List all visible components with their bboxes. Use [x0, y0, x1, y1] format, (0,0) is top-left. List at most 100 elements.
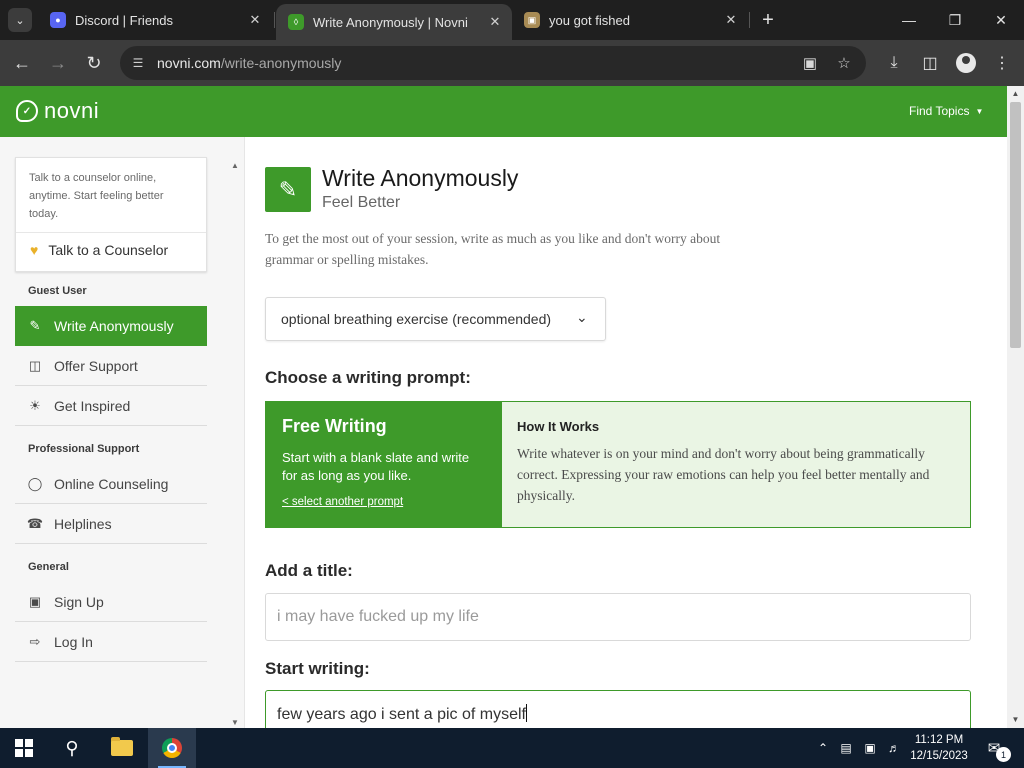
- writing-heading: Start writing:: [265, 659, 370, 678]
- dropdown-label: optional breathing exercise (recommended…: [281, 311, 552, 327]
- sidebar-item-label: Helplines: [54, 515, 112, 532]
- tab-discord[interactable]: ● Discord | Friends ✕: [38, 0, 272, 40]
- reload-icon[interactable]: ↻: [80, 49, 108, 77]
- chat-bubbles-icon: ◯: [27, 475, 43, 491]
- clock-time: 11:12 PM: [914, 734, 964, 746]
- security-icon[interactable]: ▤: [838, 739, 854, 757]
- browser-tab-bar: ⌄ ● Discord | Friends ✕ ◊ Write Anonymou…: [0, 0, 1024, 40]
- browser-toolbar: ← → ↻ ☰ novni.com/write-anonymously ▣ ☆ …: [0, 40, 1024, 86]
- site-logo[interactable]: ✓ novni: [16, 98, 99, 124]
- scroll-down-icon[interactable]: ▼: [1007, 712, 1024, 726]
- scroll-down-icon[interactable]: ▼: [231, 718, 239, 727]
- writing-prompt-card: Free Writing Start with a blank slate an…: [265, 401, 971, 528]
- start-button[interactable]: [0, 728, 48, 768]
- side-panel-icon[interactable]: ◫: [918, 51, 942, 75]
- volume-muted-icon[interactable]: ♬: [886, 739, 902, 757]
- site-info-icon[interactable]: ☰: [128, 56, 148, 70]
- page-scrollbar[interactable]: ▲ ▼: [1007, 86, 1024, 728]
- talk-to-counselor-button[interactable]: ♥ Talk to a Counselor: [30, 242, 168, 258]
- sidebar: Talk to a counselor online, anytime. Sta…: [0, 137, 245, 728]
- discord-icon: ●: [50, 12, 66, 28]
- tab-title: Discord | Friends: [75, 12, 174, 28]
- how-it-works-text: Write whatever is on your mind and don't…: [517, 446, 930, 503]
- page-subtitle: Feel Better: [322, 194, 401, 211]
- menu-kebab-icon[interactable]: ⋮: [990, 51, 1014, 75]
- sidebar-item-label: Log In: [54, 633, 93, 650]
- close-window-icon[interactable]: ✕: [978, 0, 1024, 40]
- tab-search-button[interactable]: ⌄: [8, 8, 32, 32]
- tab-divider: [749, 12, 750, 28]
- url-text[interactable]: novni.com/write-anonymously: [157, 55, 341, 71]
- scroll-thumb[interactable]: [1010, 102, 1021, 348]
- chevron-down-icon: ⌄: [576, 309, 588, 325]
- how-it-works-title: How It Works: [517, 419, 600, 434]
- folder-icon: [111, 737, 133, 756]
- gift-icon: ▣: [28, 593, 42, 609]
- clock-date: 12/15/2023: [910, 750, 968, 762]
- sidebar-item-helplines[interactable]: ☎ Helplines: [15, 504, 207, 544]
- bookmark-star-icon[interactable]: ☆: [834, 54, 854, 72]
- search-icon[interactable]: ⚲: [48, 728, 96, 768]
- title-input-value: i may have fucked up my life: [277, 608, 479, 625]
- profile-avatar-icon[interactable]: [956, 53, 976, 73]
- divider: [16, 232, 206, 233]
- download-icon[interactable]: ⤓: [882, 51, 906, 75]
- phone-icon: ☎: [26, 515, 44, 531]
- install-app-icon[interactable]: ▣: [800, 54, 820, 72]
- edit-icon: ✎: [29, 318, 41, 333]
- network-icon[interactable]: ▣: [862, 739, 878, 757]
- tab-novni[interactable]: ◊ Write Anonymously | Novni ✕: [276, 4, 512, 40]
- section-heading-general: General: [28, 561, 69, 573]
- chevron-up-icon[interactable]: ⌃: [815, 739, 831, 757]
- forward-icon[interactable]: →: [44, 49, 72, 77]
- tab-you-got-fished[interactable]: ▣ you got fished ✕: [512, 0, 748, 40]
- sidebar-item-label: Online Counseling: [54, 475, 169, 492]
- notification-badge: 1: [996, 747, 1011, 762]
- sidebar-item-sign-up[interactable]: ▣ Sign Up: [15, 582, 207, 622]
- close-icon[interactable]: ✕: [242, 7, 268, 33]
- breathing-exercise-dropdown[interactable]: optional breathing exercise (recommended…: [265, 297, 606, 341]
- select-another-prompt-link[interactable]: < select another prompt: [282, 496, 403, 508]
- edit-square-icon: ✎: [265, 167, 311, 212]
- scroll-up-icon[interactable]: ▲: [1007, 86, 1024, 100]
- restore-icon[interactable]: ❐: [932, 0, 978, 40]
- find-topics-menu[interactable]: Find Topics ▼: [909, 104, 983, 118]
- page-title: Write Anonymously: [322, 165, 519, 191]
- prompt-selected-panel: Free Writing Start with a blank slate an…: [266, 402, 502, 527]
- section-heading-professional-support: Professional Support: [28, 443, 140, 455]
- close-icon[interactable]: ✕: [718, 7, 744, 33]
- new-tab-button[interactable]: +: [756, 8, 780, 32]
- minimize-icon[interactable]: —: [886, 0, 932, 40]
- sidebar-item-label: Sign Up: [54, 593, 104, 610]
- tab-title: you got fished: [549, 12, 630, 28]
- page-viewport: ✓ novni Find Topics ▼ Talk to a counselor…: [0, 86, 1024, 728]
- caret-down-icon: ▼: [975, 107, 984, 116]
- title-input[interactable]: i may have fucked up my life: [265, 593, 971, 641]
- sidebar-item-online-counseling[interactable]: ◯ Online Counseling: [15, 464, 207, 504]
- sidebar-item-label: Get Inspired: [54, 397, 131, 414]
- novni-icon: ◊: [288, 14, 304, 30]
- sidebar-item-label: Write Anonymously: [54, 318, 174, 334]
- file-explorer-button[interactable]: [98, 728, 146, 768]
- heart-icon: ♥: [30, 242, 39, 258]
- chrome-taskbar-button[interactable]: [148, 728, 196, 768]
- sidebar-item-get-inspired[interactable]: ☀ Get Inspired: [15, 386, 207, 426]
- writing-textarea-value: few years ago i sent a pic of myself: [277, 706, 526, 723]
- intro-text: To get the most out of your session, wri…: [265, 231, 721, 267]
- back-icon[interactable]: ←: [8, 49, 36, 77]
- sidebar-item-log-in[interactable]: ⇨ Log In: [15, 622, 207, 662]
- taskbar-clock[interactable]: 11:12 PM 12/15/2023: [903, 732, 975, 764]
- address-bar[interactable]: ☰ novni.com/write-anonymously ▣ ☆: [120, 46, 866, 80]
- sidebar-item-label: Offer Support: [54, 357, 138, 374]
- tab-divider: [274, 12, 275, 28]
- image-icon: ▣: [524, 12, 540, 28]
- chat-icon: ◫: [28, 357, 42, 373]
- sidebar-item-offer-support[interactable]: ◫ Offer Support: [15, 346, 207, 386]
- sidebar-scrollbar[interactable]: ▲ ▼: [229, 157, 241, 728]
- sidebar-item-write-anonymously[interactable]: ✎ Write Anonymously: [15, 306, 207, 346]
- close-icon[interactable]: ✕: [482, 9, 508, 35]
- tab-title: Write Anonymously | Novni: [313, 14, 468, 30]
- writing-textarea[interactable]: few years ago i sent a pic of myself: [265, 690, 971, 728]
- section-heading-guest-user: Guest User: [28, 285, 87, 297]
- scroll-up-icon[interactable]: ▲: [231, 161, 239, 170]
